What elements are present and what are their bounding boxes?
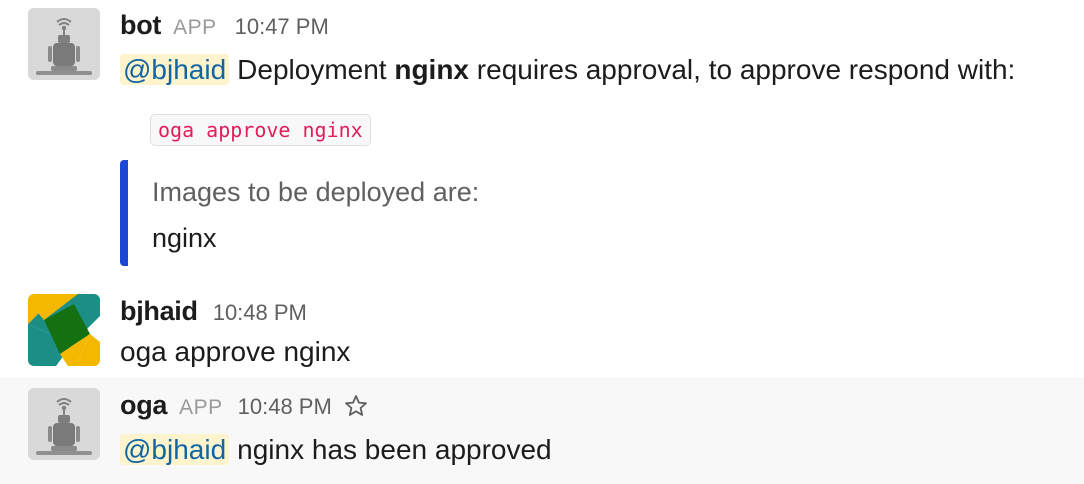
author-name[interactable]: bot xyxy=(120,10,161,41)
message-text: @bjhaid nginx has been approved xyxy=(120,430,1074,470)
author-name[interactable]: bjhaid xyxy=(120,296,198,327)
identicon xyxy=(28,294,100,366)
app-badge: APP xyxy=(179,396,223,419)
message-bot: bot APP 10:47 PM @bjhaid Deployment nginx… xyxy=(0,0,1084,276)
attachment-body: nginx xyxy=(152,223,217,253)
robot-icon xyxy=(28,388,100,460)
timestamp[interactable]: 10:48 PM xyxy=(213,300,307,326)
robot-icon xyxy=(28,8,100,80)
inline-code: oga approve nginx xyxy=(150,114,371,146)
text-segment: Deployment xyxy=(237,54,387,85)
bot-avatar[interactable] xyxy=(28,8,100,80)
user-mention[interactable]: @bjhaid xyxy=(120,434,230,465)
bot-avatar[interactable] xyxy=(28,388,100,460)
author-name[interactable]: oga xyxy=(120,390,167,421)
timestamp[interactable]: 10:48 PM xyxy=(238,394,332,420)
message-oga: oga APP 10:48 PM @bjhaid nginx has been a… xyxy=(0,378,1084,484)
user-mention[interactable]: @bjhaid xyxy=(120,54,230,85)
message-attachment: Images to be deployed are: nginx xyxy=(120,160,479,266)
timestamp[interactable]: 10:47 PM xyxy=(235,14,329,40)
text-segment: requires approval, to approve respond wi… xyxy=(476,54,1016,85)
app-badge: APP xyxy=(173,16,217,39)
message-text: @bjhaid Deployment nginx requires approva… xyxy=(120,50,1074,90)
message-bjhaid: bjhaid 10:48 PM oga approve nginx xyxy=(0,290,1084,378)
bold-text: nginx xyxy=(394,54,470,85)
star-icon[interactable] xyxy=(344,394,368,423)
user-avatar[interactable] xyxy=(28,294,100,366)
text-segment: nginx has been approved xyxy=(237,434,552,465)
message-header: bot APP 10:47 PM xyxy=(120,10,1074,46)
attachment-pretext: Images to be deployed are: xyxy=(152,177,480,207)
message-header: bjhaid 10:48 PM xyxy=(120,296,1074,332)
message-text: oga approve nginx xyxy=(120,336,351,367)
message-header: oga APP 10:48 PM xyxy=(120,390,1074,426)
